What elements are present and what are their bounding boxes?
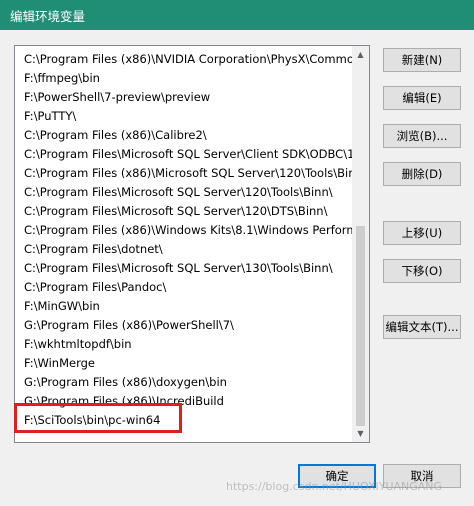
list-item[interactable]: F:\ffmpeg\bin [15,69,353,88]
list-item[interactable]: C:\Program Files (x86)\NVIDIA Corporatio… [15,50,353,69]
selection-highlight-box [14,403,182,433]
list-item[interactable]: C:\Program Files\Pandoc\ [15,278,353,297]
list-item[interactable]: C:\Program Files\Microsoft SQL Server\12… [15,202,353,221]
list-item[interactable]: C:\Program Files (x86)\Microsoft SQL Ser… [15,164,353,183]
vertical-scrollbar[interactable]: ▲ ▼ [352,46,369,442]
list-item[interactable]: G:\Program Files (x86)\doxygen\bin [15,373,353,392]
new-button[interactable]: 新建(N) [383,48,461,72]
path-listbox[interactable]: C:\Program Files (x86)\NVIDIA Corporatio… [14,45,370,443]
list-item[interactable]: C:\Program Files (x86)\Windows Kits\8.1\… [15,221,353,240]
list-item[interactable]: F:\MinGW\bin [15,297,353,316]
list-item[interactable]: G:\Program Files (x86)\PowerShell\7\ [15,316,353,335]
watermark-text: https://blog.csdn.net/HUOXIYUANGANG [226,480,443,493]
list-item[interactable]: F:\wkhtmltopdf\bin [15,335,353,354]
edit-text-button[interactable]: 编辑文本(T)... [383,315,461,339]
list-item[interactable]: C:\Program Files\Microsoft SQL Server\Cl… [15,145,353,164]
delete-button[interactable]: 删除(D) [383,162,461,186]
list-item[interactable]: C:\Program Files\Microsoft SQL Server\12… [15,183,353,202]
list-item[interactable]: C:\Program Files\Microsoft SQL Server\13… [15,259,353,278]
window-title: 编辑环境变量 [10,8,86,24]
move-down-button[interactable]: 下移(O) [383,259,461,283]
move-up-button[interactable]: 上移(U) [383,221,461,245]
scroll-down-icon[interactable]: ▼ [352,425,369,442]
edit-button[interactable]: 编辑(E) [383,86,461,110]
list-item[interactable]: F:\PuTTY\ [15,107,353,126]
list-item[interactable]: C:\Program Files (x86)\Calibre2\ [15,126,353,145]
list-item[interactable]: C:\Program Files\dotnet\ [15,240,353,259]
path-list[interactable]: C:\Program Files (x86)\NVIDIA Corporatio… [15,50,353,430]
list-item[interactable]: F:\WinMerge [15,354,353,373]
list-item[interactable]: F:\PowerShell\7-preview\preview [15,88,353,107]
window-titlebar[interactable]: 编辑环境变量 [0,0,474,30]
browse-button[interactable]: 浏览(B)... [383,124,461,148]
scrollbar-thumb[interactable] [356,226,365,426]
scroll-up-icon[interactable]: ▲ [352,46,369,63]
